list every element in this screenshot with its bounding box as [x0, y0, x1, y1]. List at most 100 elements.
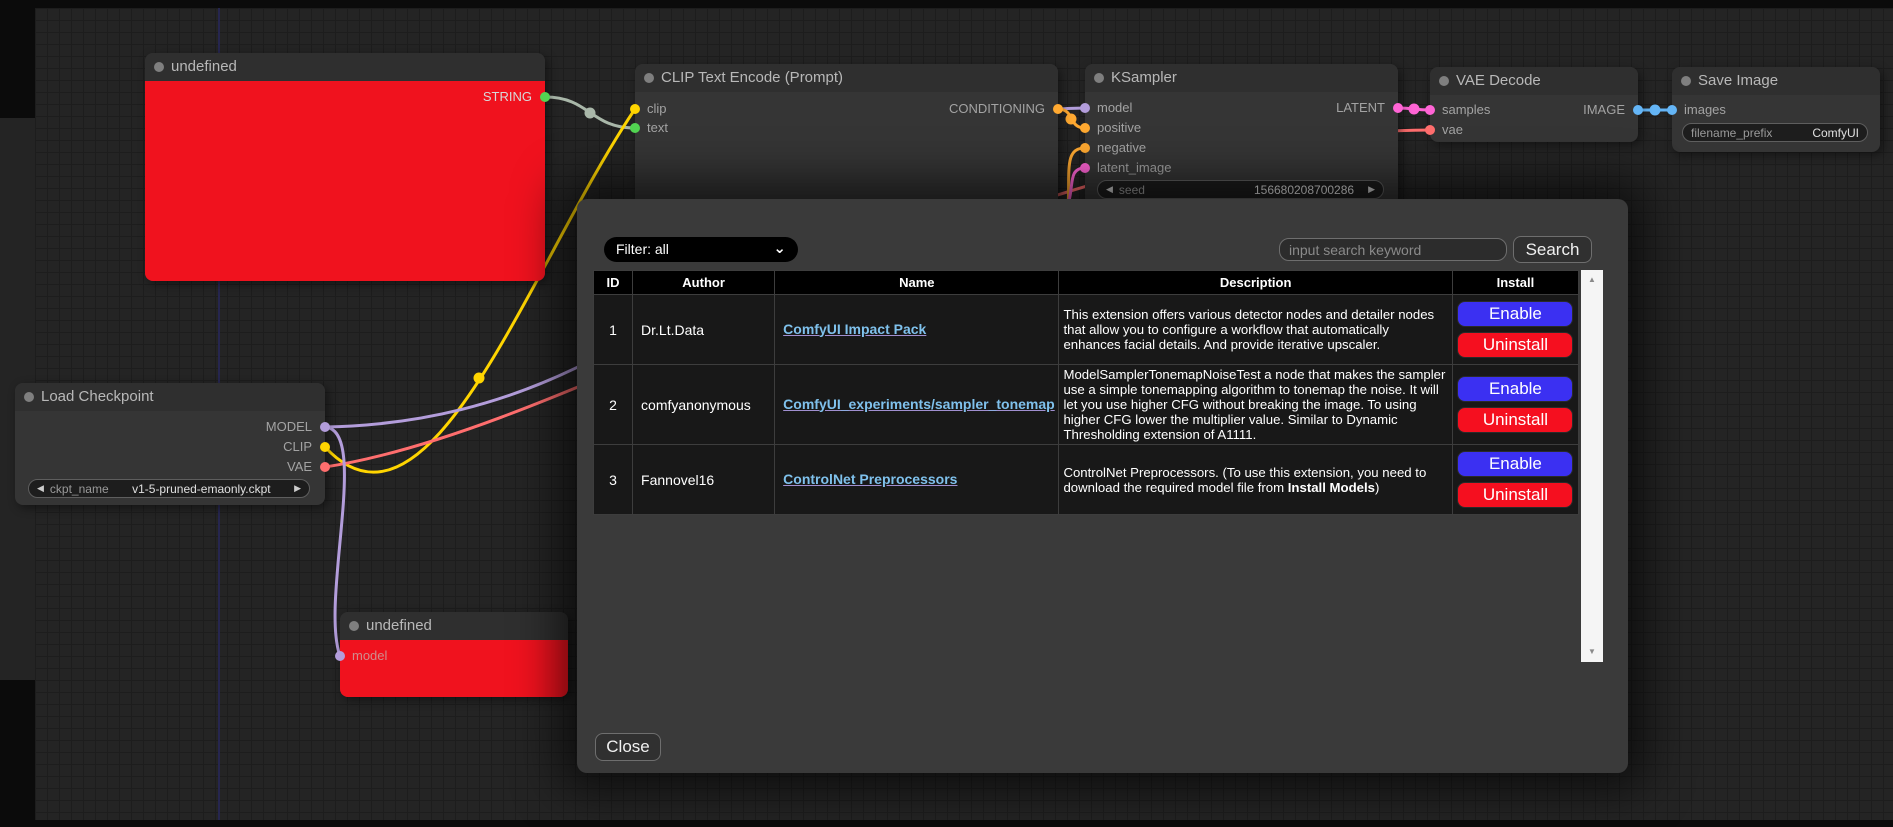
wire-dot-string — [585, 108, 596, 119]
output-dot-string[interactable] — [540, 92, 550, 102]
node-title: undefined — [366, 612, 432, 640]
output-dot-latent[interactable] — [1393, 103, 1403, 113]
extension-author: Dr.Lt.Data — [633, 295, 775, 365]
input-dot-model[interactable] — [335, 651, 345, 661]
node-undefined-bottom[interactable]: undefined model — [340, 612, 568, 697]
widget-value: 156680208700286 — [1151, 183, 1362, 197]
scroll-up-icon[interactable]: ▲ — [1581, 272, 1603, 288]
enable-button[interactable]: Enable — [1457, 301, 1573, 327]
uninstall-button[interactable]: Uninstall — [1457, 332, 1573, 358]
extensions-table: IDAuthorNameDescriptionInstall 1Dr.Lt.Da… — [593, 270, 1579, 515]
input-label: latent_image — [1097, 159, 1171, 177]
filter-select[interactable]: Filter: all ⌄ — [604, 237, 798, 262]
node-collapse-dot-icon[interactable] — [1439, 76, 1449, 86]
comfyui-canvas[interactable]: undefined STRING CLIP Text Encode (Promp… — [0, 0, 1893, 827]
node-clip-text-encode[interactable]: CLIP Text Encode (Prompt) clip text COND… — [635, 64, 1058, 214]
output-dot-clip[interactable] — [320, 442, 330, 452]
output-dot-conditioning[interactable] — [1053, 104, 1063, 114]
node-collapse-dot-icon[interactable] — [1681, 76, 1691, 86]
input-label: model — [352, 647, 387, 665]
output-label: VAE — [287, 458, 312, 476]
close-button[interactable]: Close — [595, 733, 661, 761]
next-arrow-icon[interactable]: ▶ — [294, 479, 301, 498]
input-label: samples — [1442, 101, 1490, 119]
node-vae-decode[interactable]: VAE Decode samples vae IMAGE — [1430, 67, 1638, 142]
node-collapse-dot-icon[interactable] — [24, 392, 34, 402]
widget-label: ckpt_name — [50, 482, 109, 496]
node-title-bar[interactable]: Load Checkpoint — [15, 383, 325, 411]
input-dot-vae[interactable] — [1425, 125, 1435, 135]
input-dot-negative[interactable] — [1080, 143, 1090, 153]
input-label: clip — [647, 100, 667, 118]
node-title: KSampler — [1111, 64, 1177, 92]
enable-button[interactable]: Enable — [1457, 376, 1573, 402]
node-title: VAE Decode — [1456, 67, 1541, 95]
input-dot-text[interactable] — [630, 123, 640, 133]
input-label: vae — [1442, 121, 1463, 139]
extension-actions: Enable Uninstall — [1452, 295, 1578, 365]
node-title-bar[interactable]: KSampler — [1085, 64, 1398, 92]
wire-dot-image — [1650, 105, 1661, 116]
output-label: CLIP — [283, 438, 312, 456]
extension-actions: Enable Uninstall — [1452, 445, 1578, 515]
input-dot-positive[interactable] — [1080, 123, 1090, 133]
uninstall-button[interactable]: Uninstall — [1457, 482, 1573, 508]
input-dot-clip[interactable] — [630, 104, 640, 114]
node-title-bar[interactable]: CLIP Text Encode (Prompt) — [635, 64, 1058, 92]
node-title-bar[interactable]: undefined — [340, 612, 568, 640]
input-label: images — [1684, 101, 1726, 119]
table-scrollbar[interactable]: ▲ ▼ — [1581, 270, 1603, 662]
node-title-bar[interactable]: Save Image — [1672, 67, 1880, 95]
node-collapse-dot-icon[interactable] — [644, 73, 654, 83]
prev-arrow-icon[interactable]: ◀ — [37, 479, 44, 498]
column-header-install: Install — [1452, 271, 1578, 295]
output-label: IMAGE — [1583, 101, 1625, 119]
input-label: negative — [1097, 139, 1146, 157]
input-label: text — [647, 119, 668, 137]
input-dot-samples[interactable] — [1425, 105, 1435, 115]
input-dot-model[interactable] — [1080, 103, 1090, 113]
node-load-checkpoint[interactable]: Load Checkpoint MODEL CLIP VAE ◀ ckpt_na… — [15, 383, 325, 505]
extension-description: ControlNet Preprocessors. (To use this e… — [1059, 445, 1452, 515]
uninstall-button[interactable]: Uninstall — [1457, 407, 1573, 433]
extension-link[interactable]: ComfyUI_experiments/sampler_tonemap — [783, 396, 1055, 412]
scroll-down-icon[interactable]: ▼ — [1581, 644, 1603, 660]
extension-id: 3 — [594, 445, 633, 515]
node-title-bar[interactable]: undefined — [145, 53, 545, 81]
increment-arrow-icon[interactable]: ▶ — [1368, 180, 1375, 199]
search-button[interactable]: Search — [1513, 236, 1592, 263]
input-dot-latent-image[interactable] — [1080, 163, 1090, 173]
enable-button[interactable]: Enable — [1457, 451, 1573, 477]
input-dot-images[interactable] — [1667, 105, 1677, 115]
extension-name: ComfyUI Impact Pack — [775, 295, 1059, 365]
node-collapse-dot-icon[interactable] — [349, 621, 359, 631]
output-dot-image[interactable] — [1633, 105, 1643, 115]
node-undefined-top[interactable]: undefined STRING — [145, 53, 545, 281]
extension-link[interactable]: ControlNet Preprocessors — [783, 471, 957, 487]
extensions-table-container: IDAuthorNameDescriptionInstall 1Dr.Lt.Da… — [593, 270, 1603, 662]
input-label: model — [1097, 99, 1132, 117]
custom-nodes-manager-dialog: Filter: all ⌄ Search IDAuthorNameDescrip… — [577, 199, 1628, 773]
search-input[interactable] — [1279, 238, 1507, 261]
wire-dot-latent — [1409, 104, 1420, 115]
ckpt-name-widget[interactable]: ◀ ckpt_name v1-5-pruned-emaonly.ckpt ▶ — [28, 479, 310, 498]
node-title: Save Image — [1698, 67, 1778, 95]
output-dot-model[interactable] — [320, 422, 330, 432]
decrement-arrow-icon[interactable]: ◀ — [1106, 180, 1113, 199]
output-label: CONDITIONING — [949, 100, 1045, 118]
node-save-image[interactable]: Save Image images filename_prefix ComfyU… — [1672, 67, 1880, 152]
output-label: STRING — [483, 88, 532, 106]
extension-id: 2 — [594, 365, 633, 445]
table-header-row: IDAuthorNameDescriptionInstall — [594, 271, 1579, 295]
output-dot-vae[interactable] — [320, 462, 330, 472]
seed-widget[interactable]: ◀ seed 156680208700286 ▶ — [1097, 180, 1384, 199]
node-ksampler[interactable]: KSampler model positive negative latent_… — [1085, 64, 1398, 206]
widget-value: ComfyUI — [1812, 126, 1859, 140]
extension-link[interactable]: ComfyUI Impact Pack — [783, 321, 926, 337]
node-title: Load Checkpoint — [41, 383, 154, 411]
node-collapse-dot-icon[interactable] — [1094, 73, 1104, 83]
node-collapse-dot-icon[interactable] — [154, 62, 164, 72]
node-title-bar[interactable]: VAE Decode — [1430, 67, 1638, 95]
column-header-name: Name — [775, 271, 1059, 295]
filename-prefix-widget[interactable]: filename_prefix ComfyUI — [1682, 123, 1868, 142]
